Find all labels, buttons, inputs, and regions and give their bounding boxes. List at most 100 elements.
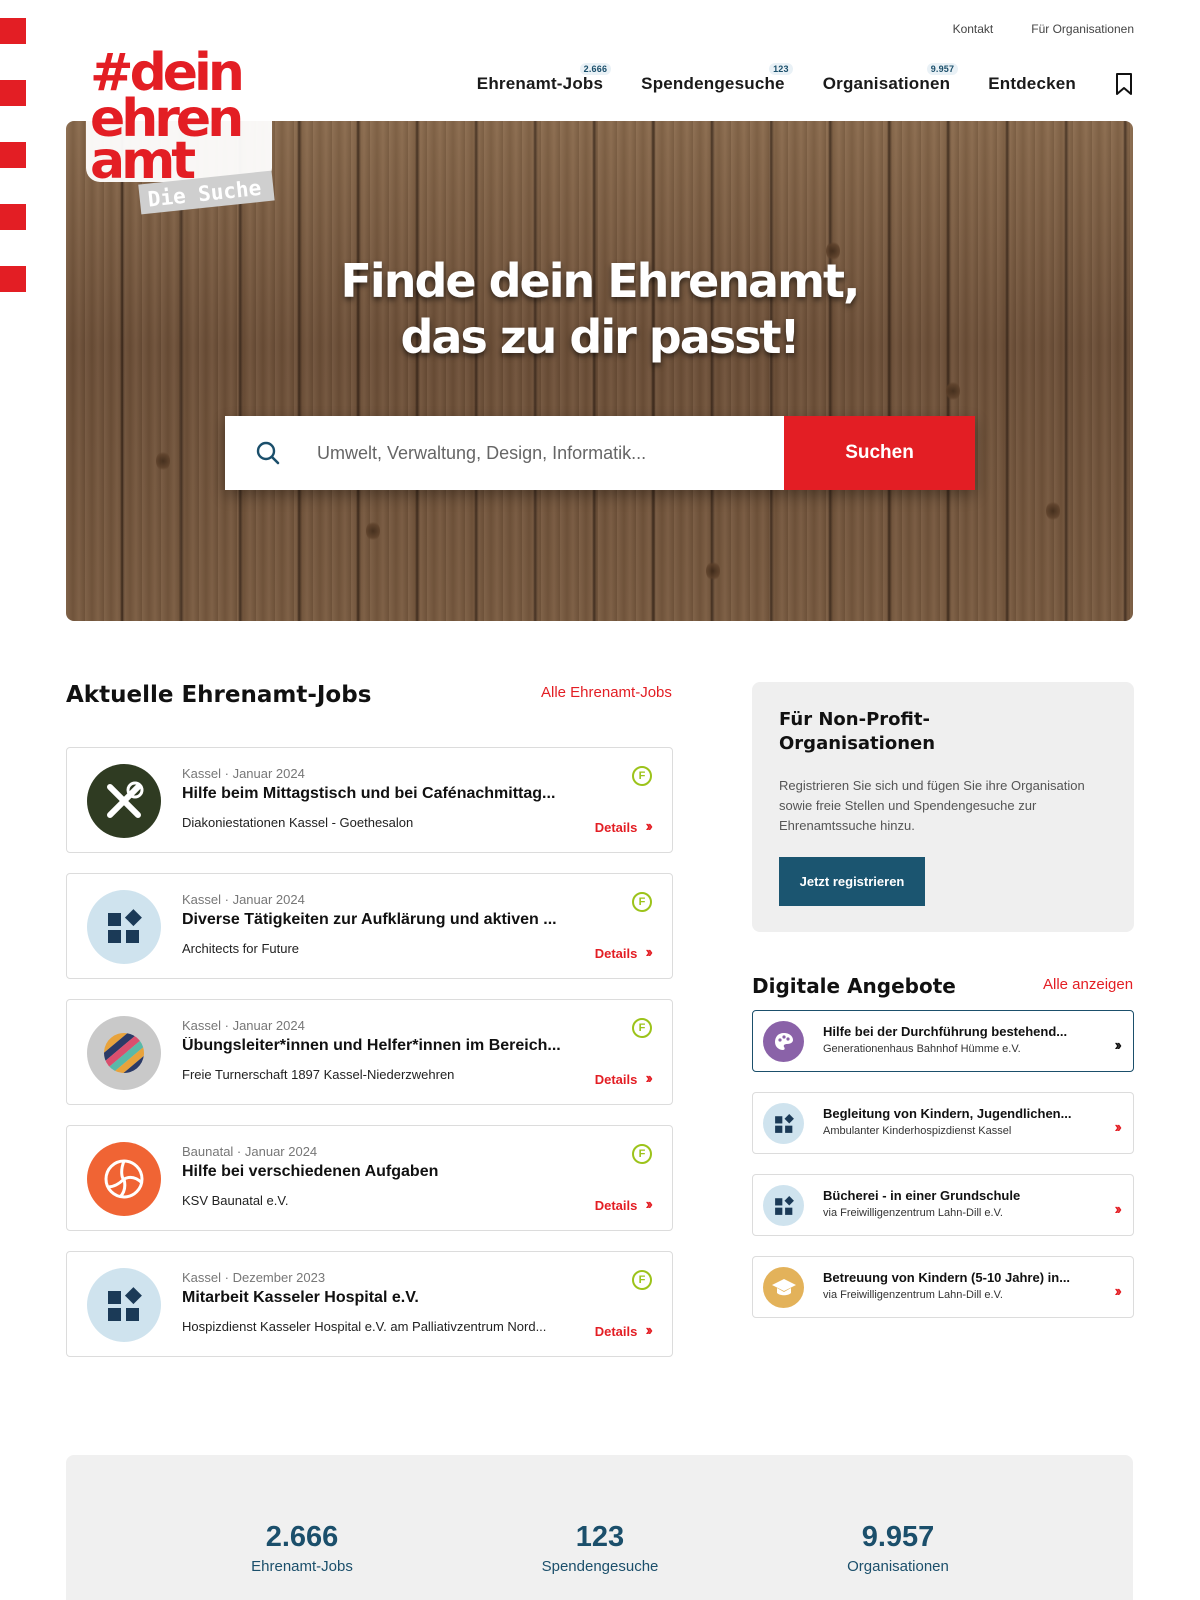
digital-offer-org: Ambulanter Kinderhospizdienst Kassel — [823, 1125, 1012, 1137]
details-link[interactable]: Details ›› — [594, 944, 653, 962]
chevron-right-icon: ›› — [645, 944, 652, 961]
nav-label: Entdecken — [988, 74, 1076, 93]
job-title: Mitarbeit Kasseler Hospital e.V. — [182, 1289, 419, 1306]
details-label: Details — [594, 1071, 638, 1087]
details-label: Details — [594, 1197, 638, 1213]
digital-offer-card[interactable]: Betreuung von Kindern (5-10 Jahre) in...… — [752, 1256, 1134, 1318]
job-meta: Kassel · Januar 2024 — [182, 766, 305, 781]
chevron-right-icon: ›› — [1114, 1119, 1121, 1136]
side-decoration — [0, 18, 26, 328]
chevron-right-icon: ›› — [645, 1322, 652, 1339]
digital-offer-title: Betreuung von Kindern (5-10 Jahre) in... — [823, 1270, 1071, 1285]
job-organisation: KSV Baunatal e.V. — [182, 1193, 289, 1208]
job-card[interactable]: Baunatal · Januar 2024 Hilfe bei verschi… — [66, 1125, 673, 1231]
main-nav: Ehrenamt-Jobs 2.666 Spendengesuche 123 O… — [477, 63, 1134, 96]
stat-label: Spendengesuche — [541, 1558, 659, 1575]
stats-panel: 2.666 Ehrenamt-Jobs 123 Spendengesuche 9… — [66, 1455, 1133, 1600]
digital-offer-title: Begleitung von Kindern, Jugendlichen... — [823, 1106, 1072, 1121]
job-organisation: Freie Turnerschaft 1897 Kassel-Niederzwe… — [182, 1067, 455, 1082]
stat-ehrenamt-jobs[interactable]: 2.666 Ehrenamt-Jobs — [172, 1521, 432, 1575]
graduation-cap-icon — [763, 1267, 804, 1308]
blocks-icon — [763, 1185, 804, 1226]
search-button[interactable]: Suchen — [784, 416, 975, 490]
nav-item-entdecken[interactable]: Entdecken — [988, 74, 1076, 94]
digital-offer-title: Hilfe bei der Durchführung bestehend... — [823, 1024, 1068, 1039]
job-card[interactable]: Kassel · Januar 2024 Hilfe beim Mittagst… — [66, 747, 673, 853]
count-badge: 123 — [769, 63, 793, 75]
stat-label: Ehrenamt-Jobs — [251, 1558, 353, 1575]
details-label: Details — [594, 945, 638, 961]
register-button[interactable]: Jetzt registrieren — [779, 857, 925, 906]
digital-offer-org: Generationenhaus Bahnhof Hümme e.V. — [823, 1043, 1021, 1055]
digital-offer-org: via Freiwilligenzentrum Lahn-Dill e.V. — [823, 1207, 1003, 1219]
for-organisations-link[interactable]: Für Organisationen — [1031, 22, 1134, 36]
job-card[interactable]: Kassel · Dezember 2023 Mitarbeit Kassele… — [66, 1251, 673, 1357]
stat-label: Organisationen — [847, 1558, 949, 1575]
blocks-icon — [87, 890, 161, 964]
npo-description: Registrieren Sie sich und fügen Sie ihre… — [779, 778, 1085, 833]
search-field[interactable] — [225, 416, 784, 490]
site-logo[interactable]: #dein ehren amt Die Suche — [82, 38, 282, 218]
job-organisation: Architects for Future — [182, 941, 300, 956]
details-link[interactable]: Details ›› — [594, 818, 653, 836]
digital-section-title: Digitale Angebote — [752, 974, 956, 998]
search-icon — [256, 441, 280, 465]
hero-title-line: Finde dein Ehrenamt, — [340, 254, 861, 308]
digital-offer-card[interactable]: Bücherei - in einer Grundschule via Frei… — [752, 1174, 1134, 1236]
chevron-right-icon: ›› — [645, 818, 652, 835]
job-card[interactable]: Kassel · Januar 2024 Übungsleiter*innen … — [66, 999, 673, 1105]
search-bar: Suchen — [225, 416, 975, 490]
digital-offer-title: Bücherei - in einer Grundschule — [823, 1188, 1021, 1203]
job-meta: Baunatal · Januar 2024 — [182, 1144, 318, 1159]
nav-item-organisationen[interactable]: Organisationen 9.957 — [822, 63, 959, 94]
job-organisation: Hospizdienst Kasseler Hospital e.V. am P… — [182, 1319, 547, 1334]
freiwillig-badge-icon: F — [632, 892, 652, 912]
search-input[interactable] — [317, 442, 737, 464]
nav-label: Spendengesuche — [641, 74, 785, 93]
chevron-right-icon: ›› — [645, 1070, 652, 1087]
details-link[interactable]: Details ›› — [594, 1196, 653, 1214]
details-link[interactable]: Details ›› — [594, 1070, 653, 1088]
npo-title-line: Organisationen — [779, 733, 936, 754]
all-digital-link[interactable]: Alle anzeigen — [1043, 976, 1133, 993]
volleyball-icon — [87, 1142, 161, 1216]
nav-item-ehrenamt-jobs[interactable]: Ehrenamt-Jobs 2.666 — [477, 63, 612, 94]
details-link[interactable]: Details ›› — [594, 1322, 653, 1340]
stat-value: 123 — [575, 1521, 625, 1553]
job-meta: Kassel · Januar 2024 — [182, 1018, 305, 1033]
job-organisation: Diakoniestationen Kassel - Goethesalon — [182, 815, 414, 830]
bookmark-icon[interactable] — [1114, 72, 1134, 96]
chevron-right-icon: ›› — [1114, 1283, 1121, 1300]
job-card[interactable]: Kassel · Januar 2024 Diverse Tätigkeiten… — [66, 873, 673, 979]
stat-spendengesuche[interactable]: 123 Spendengesuche — [470, 1521, 730, 1575]
digital-offer-org: via Freiwilligenzentrum Lahn-Dill e.V. — [823, 1289, 1003, 1301]
stat-value: 9.957 — [861, 1521, 935, 1553]
job-title: Übungsleiter*innen und Helfer*innen im B… — [182, 1037, 561, 1054]
nav-label: Organisationen — [822, 74, 951, 93]
digital-offer-card[interactable]: Begleitung von Kindern, Jugendlichen... … — [752, 1092, 1134, 1154]
freiwillig-badge-icon: F — [632, 766, 652, 786]
job-title: Hilfe bei verschiedenen Aufgaben — [182, 1163, 439, 1180]
npo-title-line: Für Non-Profit- — [779, 709, 930, 730]
digital-offer-card[interactable]: Hilfe bei der Durchführung bestehend... … — [752, 1010, 1134, 1072]
stat-value: 2.666 — [265, 1521, 339, 1553]
blocks-icon — [763, 1103, 804, 1144]
details-label: Details — [594, 1323, 638, 1339]
npo-title: Für Non-Profit- Organisationen — [779, 708, 999, 756]
job-meta: Kassel · Januar 2024 — [182, 892, 305, 907]
job-meta: Kassel · Dezember 2023 — [182, 1270, 326, 1285]
chevron-right-icon: ›› — [645, 1196, 652, 1213]
count-badge: 9.957 — [926, 63, 959, 75]
nav-item-spendengesuche[interactable]: Spendengesuche 123 — [641, 63, 793, 94]
job-title: Diverse Tätigkeiten zur Aufklärung und a… — [182, 911, 557, 928]
contact-link[interactable]: Kontakt — [953, 22, 994, 36]
freiwillig-badge-icon: F — [632, 1270, 652, 1290]
stat-organisationen[interactable]: 9.957 Organisationen — [768, 1521, 1028, 1575]
blocks-icon — [87, 1268, 161, 1342]
details-label: Details — [594, 819, 638, 835]
chevron-right-icon: ›› — [1114, 1201, 1121, 1218]
stripes-icon — [87, 1016, 161, 1090]
freiwillig-badge-icon: F — [632, 1144, 652, 1164]
palette-icon — [763, 1021, 804, 1062]
all-jobs-link[interactable]: Alle Ehrenamt-Jobs — [541, 684, 672, 701]
